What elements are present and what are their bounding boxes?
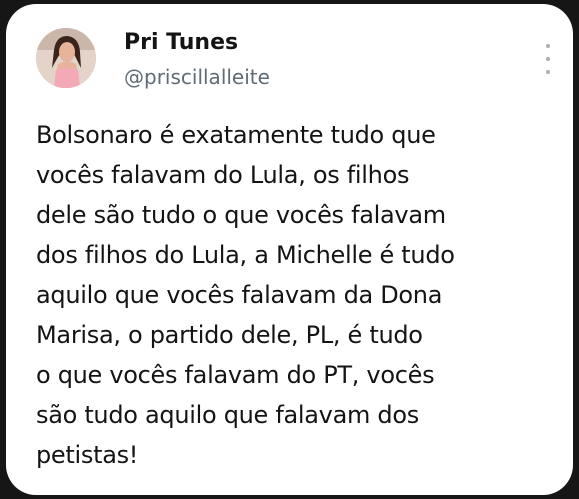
tweet-text-line: são tudo aquilo que falavam dos [36, 401, 419, 429]
tweet-text: Bolsonaro é exatamente tudo que vocês fa… [36, 115, 566, 475]
author-name[interactable]: Pri Tunes [124, 30, 238, 56]
tweet-text-line: Bolsonaro é exatamente tudo que [36, 121, 436, 149]
screenshot-frame: Pri Tunes @priscillalleite Bolsonaro é e… [0, 0, 579, 499]
tweet-text-line: Marisa, o partido dele, PL, é tudo [36, 321, 423, 349]
tweet-text-line: dele são tudo o que vocês falavam [36, 201, 446, 229]
tweet-text-line: dos filhos do Lula, a Michelle é tudo [36, 241, 455, 269]
tweet-text-line: vocês falavam do Lula, os filhos [36, 161, 410, 189]
avatar[interactable] [36, 28, 96, 88]
more-dot [546, 57, 550, 61]
tweet-text-line: o que vocês falavam do PT, vocês [36, 361, 435, 389]
more-vertical-icon[interactable] [543, 44, 553, 74]
avatar-image [36, 28, 96, 88]
tweet-card[interactable]: Pri Tunes @priscillalleite Bolsonaro é e… [6, 4, 573, 495]
tweet-text-line: petistas! [36, 441, 139, 469]
more-dot [546, 44, 550, 48]
author-handle[interactable]: @priscillalleite [124, 64, 270, 90]
more-dot [546, 70, 550, 74]
tweet-text-line: aquilo que vocês falavam da Dona [36, 281, 443, 309]
